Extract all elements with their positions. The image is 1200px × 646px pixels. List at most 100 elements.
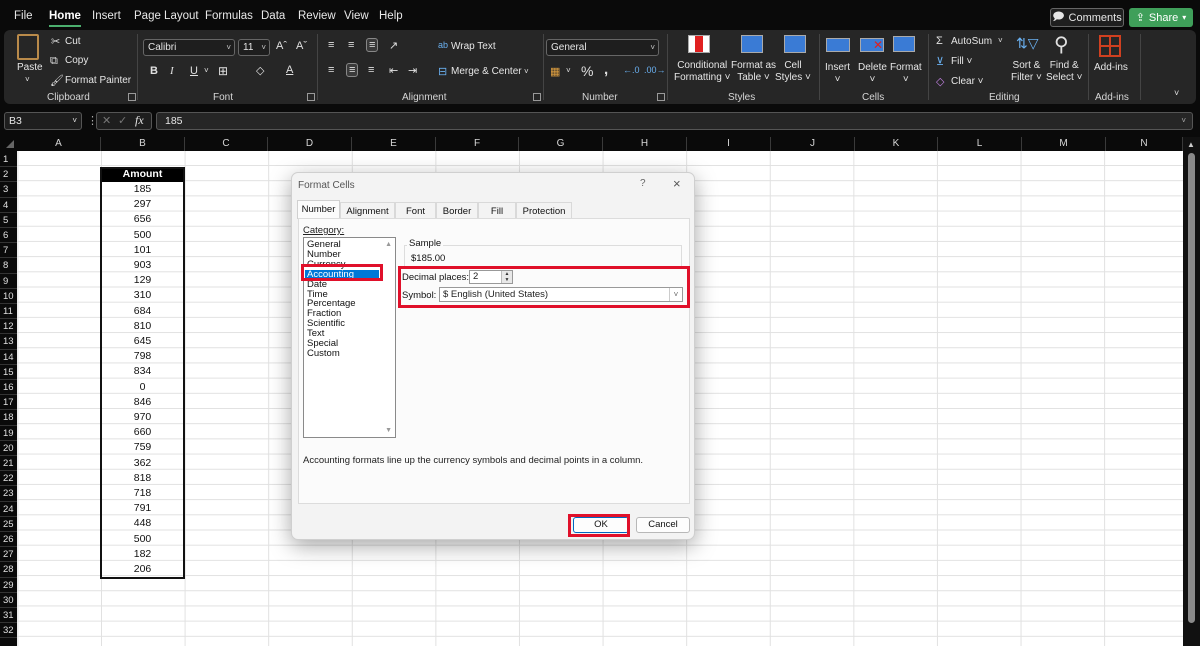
menu-home[interactable]: Home: [49, 10, 81, 27]
amount-cell[interactable]: 660: [101, 425, 184, 440]
row-header-7[interactable]: 7: [0, 243, 17, 259]
row-header-23[interactable]: 23: [0, 486, 17, 502]
tab-number[interactable]: Number: [297, 200, 340, 219]
amount-cell[interactable]: 818: [101, 471, 184, 486]
amount-cell[interactable]: 185: [101, 182, 184, 197]
amount-cell[interactable]: 101: [101, 243, 184, 258]
fill-button[interactable]: Fill ˅: [951, 56, 972, 68]
amount-cell[interactable]: 500: [101, 228, 184, 243]
row-header-5[interactable]: 5: [0, 212, 17, 228]
row-header-24[interactable]: 24: [0, 501, 17, 517]
amount-cell[interactable]: 846: [101, 395, 184, 410]
row-header-8[interactable]: 8: [0, 258, 17, 274]
row-header-16[interactable]: 16: [0, 380, 17, 396]
row-header-9[interactable]: 9: [0, 273, 17, 289]
tab-alignment[interactable]: Alignment: [340, 202, 395, 219]
amount-cell[interactable]: 297: [101, 197, 184, 212]
row-header-25[interactable]: 25: [0, 516, 17, 532]
wrap-text-button[interactable]: Wrap Text: [451, 41, 496, 53]
accounting-format-icon[interactable]: ▦: [550, 65, 560, 78]
column-header-a[interactable]: A: [17, 137, 101, 151]
scrollbar-thumb[interactable]: [1188, 153, 1195, 623]
close-button[interactable]: ×: [673, 176, 681, 191]
row-header-1[interactable]: 1: [0, 152, 17, 168]
increase-indent-icon[interactable]: ⇥: [408, 64, 417, 77]
row-header-26[interactable]: 26: [0, 532, 17, 548]
orientation-icon[interactable]: ↗: [389, 39, 398, 52]
expand-formula-icon[interactable]: ˅: [1181, 113, 1186, 129]
insert-button[interactable]: Insert ˅: [825, 62, 850, 86]
row-header-3[interactable]: 3: [0, 182, 17, 198]
chevron-down-icon[interactable]: ˅: [204, 66, 209, 75]
share-button[interactable]: ⇪ Share ▾: [1129, 8, 1193, 27]
row-header-15[interactable]: 15: [0, 364, 17, 380]
find-select-button[interactable]: Find & Select ˅: [1046, 60, 1082, 84]
comments-button[interactable]: 🗩 Comments: [1050, 8, 1124, 27]
tab-fill[interactable]: Fill: [478, 202, 516, 219]
row-header-20[interactable]: 20: [0, 440, 17, 456]
column-header-b[interactable]: B: [101, 137, 185, 151]
copy-button[interactable]: Copy: [65, 55, 88, 67]
conditional-formatting-button[interactable]: Conditional Formatting ˅: [674, 60, 730, 84]
scroll-up-icon[interactable]: ▲: [385, 241, 392, 248]
category-item-custom[interactable]: Custom: [307, 348, 340, 359]
paste-dropdown-icon[interactable]: ˅: [25, 74, 30, 86]
amount-cell[interactable]: 791: [101, 501, 184, 516]
number-format-select[interactable]: General ˅: [546, 39, 659, 56]
cancel-button[interactable]: Cancel: [636, 517, 690, 533]
amount-cell[interactable]: 182: [101, 547, 184, 562]
column-header-g[interactable]: G: [519, 137, 603, 151]
column-header-m[interactable]: M: [1022, 137, 1106, 151]
borders-icon[interactable]: ⊞: [218, 64, 228, 78]
amount-cell[interactable]: 645: [101, 334, 184, 349]
font-name-select[interactable]: Calibri ˅: [143, 39, 235, 56]
tab-protection[interactable]: Protection: [516, 202, 572, 219]
column-header-f[interactable]: F: [436, 137, 519, 151]
row-header-2[interactable]: 2: [0, 167, 17, 183]
percent-button[interactable]: %: [581, 63, 593, 79]
insert-function-icon[interactable]: fx: [135, 113, 144, 128]
menu-data[interactable]: Data: [261, 10, 285, 22]
scroll-down-icon[interactable]: ▼: [385, 427, 392, 434]
spin-arrows-icon[interactable]: ▲ ▼: [501, 271, 512, 283]
vertical-scrollbar[interactable]: ▲: [1183, 137, 1200, 646]
menu-help[interactable]: Help: [379, 10, 403, 22]
row-header-19[interactable]: 19: [0, 425, 17, 441]
fill-color-icon[interactable]: ◇: [256, 64, 264, 77]
select-all-button[interactable]: [0, 137, 17, 151]
row-header-32[interactable]: 32: [0, 623, 17, 639]
tab-font[interactable]: Font: [395, 202, 436, 219]
amount-cell[interactable]: 310: [101, 288, 184, 303]
column-header-h[interactable]: H: [603, 137, 687, 151]
decrease-decimal-icon[interactable]: .00→: [644, 65, 666, 75]
row-header-22[interactable]: 22: [0, 471, 17, 487]
formula-input[interactable]: 185 ˅: [156, 112, 1193, 130]
row-header-10[interactable]: 10: [0, 288, 17, 304]
row-header-21[interactable]: 21: [0, 456, 17, 472]
amount-cell[interactable]: 0: [101, 380, 184, 395]
column-header-l[interactable]: L: [938, 137, 1022, 151]
font-size-select[interactable]: 11 ˅: [238, 39, 270, 56]
row-header-12[interactable]: 12: [0, 319, 17, 335]
amount-cell[interactable]: 656: [101, 212, 184, 227]
decrease-font-icon[interactable]: Aˇ: [296, 40, 307, 52]
merge-center-button[interactable]: Merge & Center: [451, 66, 522, 78]
amount-cell[interactable]: 810: [101, 319, 184, 334]
row-header-13[interactable]: 13: [0, 334, 17, 350]
clear-button[interactable]: Clear ˅: [951, 76, 984, 88]
column-header-i[interactable]: I: [687, 137, 771, 151]
column-header-n[interactable]: N: [1106, 137, 1183, 151]
paste-button[interactable]: Paste: [17, 62, 43, 74]
column-header-e[interactable]: E: [352, 137, 436, 151]
bold-button[interactable]: B: [150, 65, 158, 77]
cancel-icon[interactable]: ✕: [102, 114, 111, 127]
underline-button[interactable]: U: [190, 65, 198, 77]
scroll-up-icon[interactable]: ▲: [1187, 140, 1195, 149]
decrease-indent-icon[interactable]: ⇤: [389, 64, 398, 77]
row-header-28[interactable]: 28: [0, 562, 17, 578]
add-ins-button[interactable]: Add-ins: [1094, 62, 1128, 74]
amount-cell[interactable]: 129: [101, 273, 184, 288]
clipboard-launcher-icon[interactable]: [128, 93, 136, 101]
row-header-27[interactable]: 27: [0, 547, 17, 563]
align-middle-icon[interactable]: ≡: [348, 39, 354, 51]
